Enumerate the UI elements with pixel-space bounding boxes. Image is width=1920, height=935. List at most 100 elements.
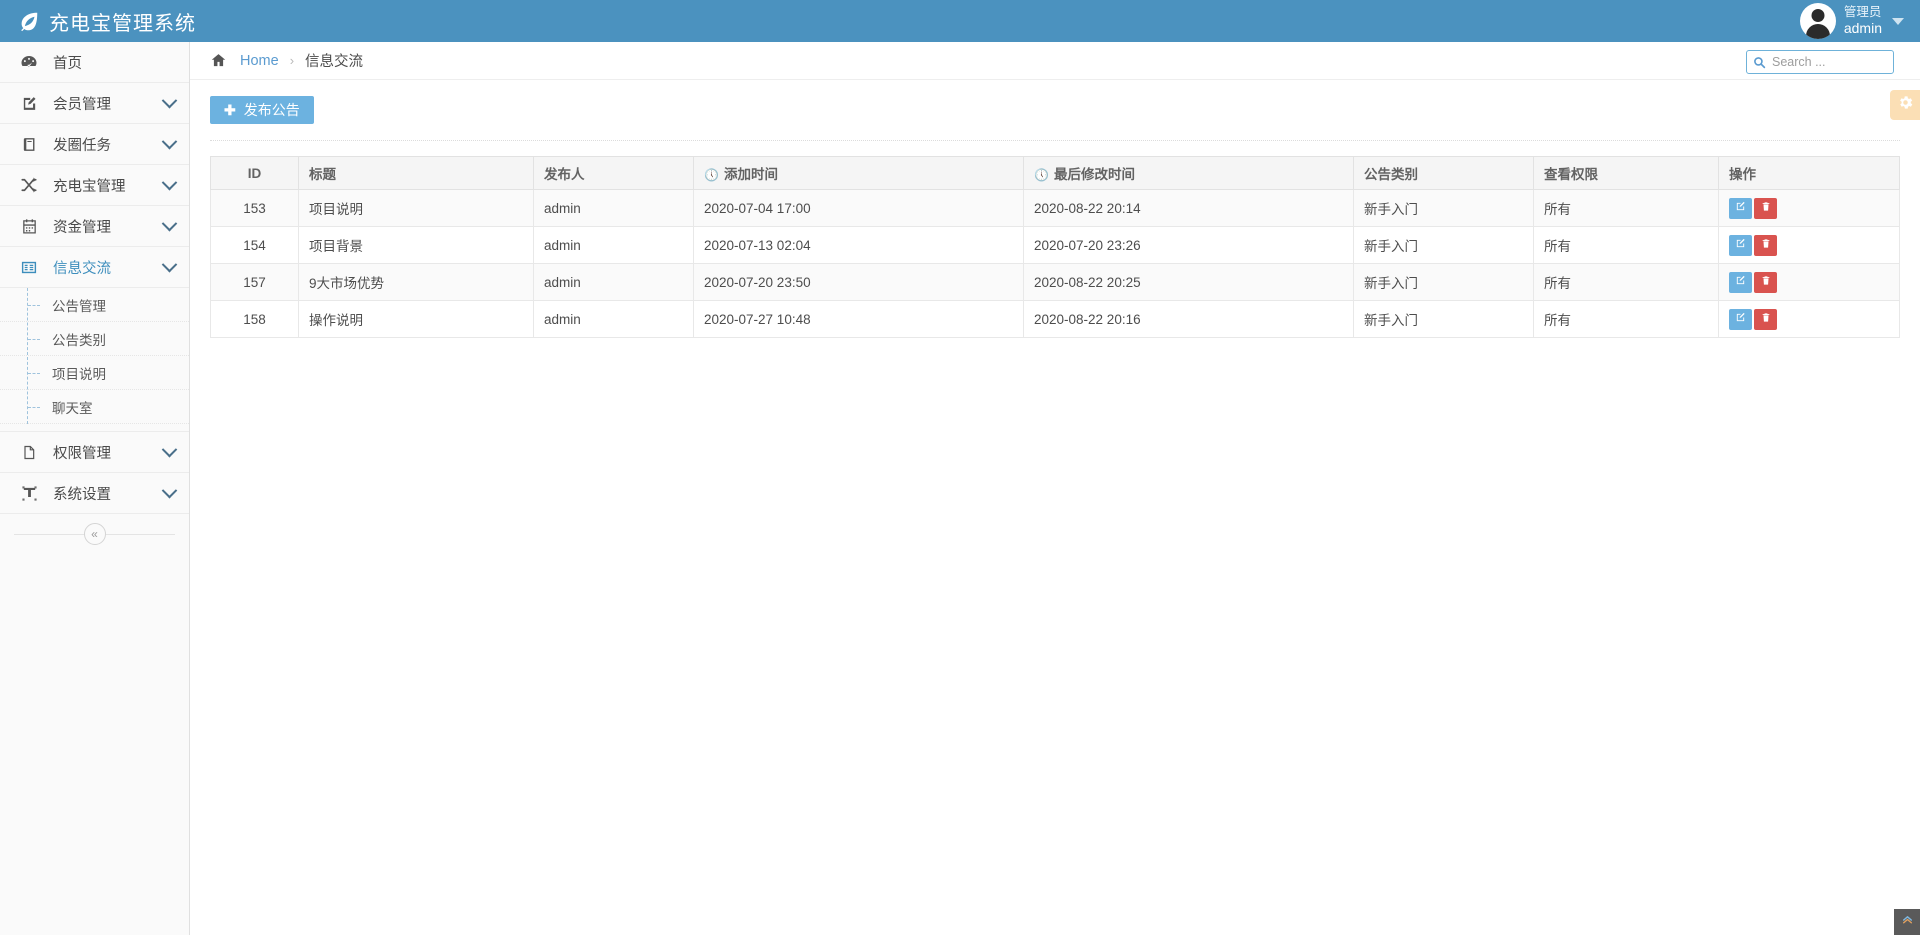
list-box-icon bbox=[18, 257, 40, 277]
cell-permission: 所有 bbox=[1534, 190, 1719, 227]
sidebar-subitem-announcement-category[interactable]: 公告类别 bbox=[0, 322, 189, 356]
cell-modified: 2020-07-20 23:26 bbox=[1024, 227, 1354, 264]
sidebar-subitem-label: 项目说明 bbox=[52, 363, 106, 383]
cell-category: 新手入门 bbox=[1354, 190, 1534, 227]
sidebar-subitem-label: 聊天室 bbox=[52, 397, 93, 417]
cell-id: 158 bbox=[211, 301, 299, 338]
table-row[interactable]: 153 项目说明 admin 2020-07-04 17:00 2020-08-… bbox=[211, 190, 1900, 227]
sidebar-subitem-project-desc[interactable]: 项目说明 bbox=[0, 356, 189, 390]
cell-permission: 所有 bbox=[1534, 301, 1719, 338]
user-menu[interactable]: 管理员 admin bbox=[1800, 0, 1920, 42]
chevron-down-icon[interactable] bbox=[162, 92, 178, 108]
edit-icon bbox=[1735, 201, 1746, 215]
publish-announcement-button[interactable]: ✚ 发布公告 bbox=[210, 96, 314, 124]
cell-created: 2020-07-27 10:48 bbox=[694, 301, 1024, 338]
scroll-to-top-button[interactable] bbox=[1894, 909, 1920, 935]
text-tool-icon bbox=[18, 483, 40, 503]
sidebar-collapse-row: « bbox=[0, 514, 189, 554]
chevron-down-icon[interactable] bbox=[162, 441, 178, 457]
cell-title: 9大市场优势 bbox=[299, 264, 534, 301]
delete-row-button[interactable] bbox=[1754, 198, 1777, 219]
cell-actions bbox=[1719, 190, 1900, 227]
sidebar-item-messages[interactable]: 信息交流 bbox=[0, 247, 189, 288]
cell-category: 新手入门 bbox=[1354, 227, 1534, 264]
search-box[interactable] bbox=[1746, 50, 1894, 74]
clock-icon: 🕔 bbox=[704, 168, 719, 182]
row-action-group bbox=[1729, 309, 1889, 330]
edit-row-button[interactable] bbox=[1729, 309, 1752, 330]
sidebar-item-home[interactable]: 首页 bbox=[0, 42, 189, 83]
sidebar-item-members[interactable]: 会员管理 bbox=[0, 83, 189, 124]
chevron-down-icon[interactable] bbox=[1892, 18, 1904, 25]
shuffle-icon bbox=[18, 175, 40, 195]
publish-announcement-label: 发布公告 bbox=[244, 100, 300, 120]
edit-row-button[interactable] bbox=[1729, 235, 1752, 256]
edit-row-button[interactable] bbox=[1729, 272, 1752, 293]
clock-icon: 🕔 bbox=[1034, 168, 1049, 182]
chevron-down-icon[interactable] bbox=[162, 215, 178, 231]
cell-id: 154 bbox=[211, 227, 299, 264]
cell-id: 157 bbox=[211, 264, 299, 301]
table-row[interactable]: 154 项目背景 admin 2020-07-13 02:04 2020-07-… bbox=[211, 227, 1900, 264]
search-input[interactable] bbox=[1772, 55, 1882, 69]
cell-title: 项目背景 bbox=[299, 227, 534, 264]
sidebar-item-tasks[interactable]: 发圈任务 bbox=[0, 124, 189, 165]
breadcrumb-current: 信息交流 bbox=[305, 50, 363, 71]
cell-author: admin bbox=[534, 301, 694, 338]
settings-panel-toggle[interactable] bbox=[1890, 90, 1920, 120]
cell-author: admin bbox=[534, 190, 694, 227]
sidebar-item-label: 权限管理 bbox=[53, 442, 164, 463]
sidebar-item-label: 充电宝管理 bbox=[53, 175, 164, 196]
announcements-table-wrap: ID 标题 发布人 🕔添加时间 🕔最后修改时间 公告类别 查看权限 操作 1 bbox=[190, 141, 1920, 338]
breadcrumb-separator: › bbox=[290, 53, 294, 68]
chevron-down-icon[interactable] bbox=[162, 482, 178, 498]
announcements-table: ID 标题 发布人 🕔添加时间 🕔最后修改时间 公告类别 查看权限 操作 1 bbox=[210, 156, 1900, 338]
cell-category: 新手入门 bbox=[1354, 264, 1534, 301]
search-wrap bbox=[1746, 50, 1894, 74]
table-body: 153 项目说明 admin 2020-07-04 17:00 2020-08-… bbox=[211, 190, 1900, 338]
breadcrumb-home-link[interactable]: Home bbox=[240, 53, 279, 69]
sidebar-item-funds[interactable]: 资金管理 bbox=[0, 206, 189, 247]
sidebar-collapse-button[interactable]: « bbox=[84, 523, 106, 545]
sidebar-subitem-label: 公告管理 bbox=[52, 295, 106, 315]
cell-created: 2020-07-13 02:04 bbox=[694, 227, 1024, 264]
cell-id: 153 bbox=[211, 190, 299, 227]
dashboard-icon bbox=[18, 52, 40, 72]
gear-icon bbox=[1897, 94, 1914, 116]
sidebar-item-label: 系统设置 bbox=[53, 483, 164, 504]
sidebar-subitem-chatroom[interactable]: 聊天室 bbox=[0, 390, 189, 424]
trash-icon bbox=[1761, 201, 1771, 215]
sidebar-item-powerbank[interactable]: 充电宝管理 bbox=[0, 165, 189, 206]
trash-icon bbox=[1761, 312, 1771, 326]
table-head: ID 标题 发布人 🕔添加时间 🕔最后修改时间 公告类别 查看权限 操作 bbox=[211, 157, 1900, 190]
leaf-icon bbox=[18, 10, 40, 32]
chevron-down-icon[interactable] bbox=[162, 133, 178, 149]
column-header-author: 发布人 bbox=[534, 157, 694, 190]
chevron-down-icon[interactable] bbox=[162, 256, 178, 272]
cell-modified: 2020-08-22 20:25 bbox=[1024, 264, 1354, 301]
cell-author: admin bbox=[534, 227, 694, 264]
user-role: 管理员 bbox=[1844, 5, 1882, 20]
delete-row-button[interactable] bbox=[1754, 235, 1777, 256]
table-row[interactable]: 157 9大市场优势 admin 2020-07-20 23:50 2020-0… bbox=[211, 264, 1900, 301]
cell-actions bbox=[1719, 301, 1900, 338]
column-header-permission: 查看权限 bbox=[1534, 157, 1719, 190]
column-header-created: 🕔添加时间 bbox=[694, 157, 1024, 190]
cell-title: 操作说明 bbox=[299, 301, 534, 338]
column-header-category: 公告类别 bbox=[1354, 157, 1534, 190]
sidebar-item-settings[interactable]: 系统设置 bbox=[0, 473, 189, 514]
sidebar-item-permissions[interactable]: 权限管理 bbox=[0, 432, 189, 473]
cell-category: 新手入门 bbox=[1354, 301, 1534, 338]
chevron-down-icon[interactable] bbox=[162, 174, 178, 190]
table-row[interactable]: 158 操作说明 admin 2020-07-27 10:48 2020-08-… bbox=[211, 301, 1900, 338]
column-header-id: ID bbox=[211, 157, 299, 190]
sidebar-subitem-announcement-manage[interactable]: 公告管理 bbox=[0, 288, 189, 322]
table-header-row: ID 标题 发布人 🕔添加时间 🕔最后修改时间 公告类别 查看权限 操作 bbox=[211, 157, 1900, 190]
delete-row-button[interactable] bbox=[1754, 309, 1777, 330]
row-action-group bbox=[1729, 272, 1889, 293]
chevron-up-icon bbox=[1901, 913, 1914, 931]
delete-row-button[interactable] bbox=[1754, 272, 1777, 293]
brand[interactable]: 充电宝管理系统 bbox=[0, 0, 190, 42]
row-action-group bbox=[1729, 235, 1889, 256]
edit-row-button[interactable] bbox=[1729, 198, 1752, 219]
